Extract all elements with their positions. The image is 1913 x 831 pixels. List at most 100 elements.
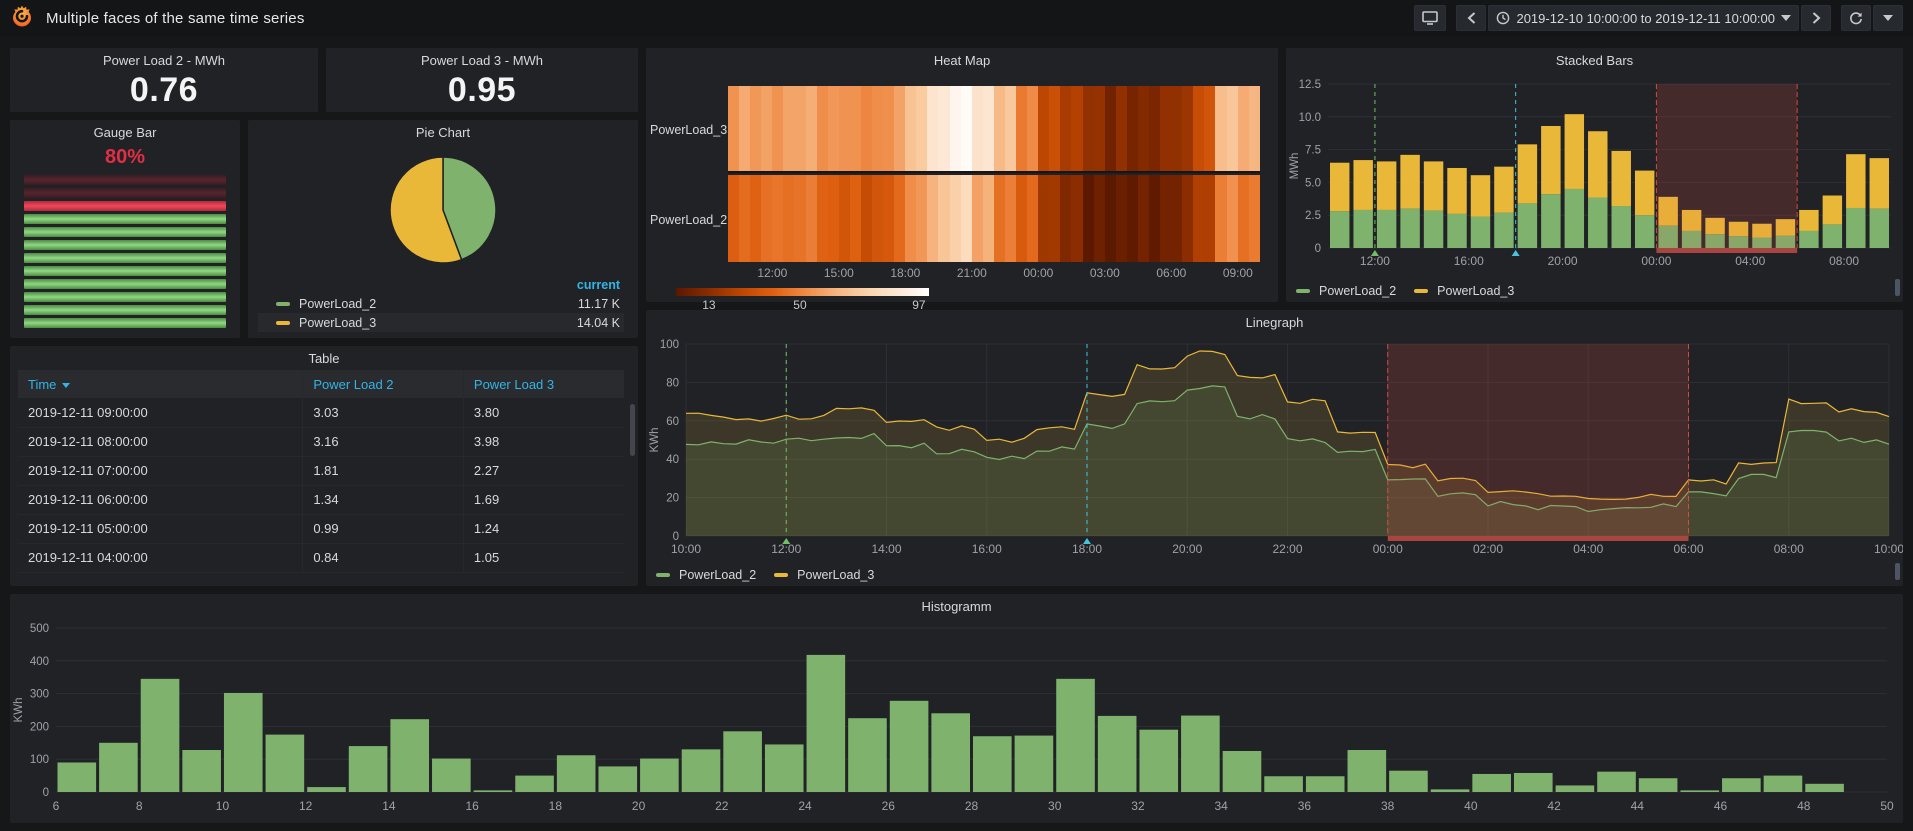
- stacked-bar-powerload2[interactable]: [1565, 189, 1584, 248]
- time-range-picker[interactable]: 2019-12-10 10:00:00 to 2019-12-11 10:00:…: [1488, 5, 1799, 31]
- stacked-bar-powerload3[interactable]: [1823, 196, 1842, 225]
- histogram-bar[interactable]: [1181, 716, 1220, 792]
- histogram-bar[interactable]: [890, 701, 929, 792]
- histogram-bar[interactable]: [307, 787, 346, 792]
- histogram-bar[interactable]: [1680, 790, 1719, 792]
- histogram-bar[interactable]: [848, 718, 887, 792]
- panel-title[interactable]: Histogramm: [10, 594, 1903, 618]
- histogram-bar[interactable]: [432, 759, 471, 792]
- histogram-bar[interactable]: [99, 743, 138, 792]
- pie-legend-item-PowerLoad_2[interactable]: PowerLoad_2 11.17 K: [258, 294, 624, 313]
- histogram-bar[interactable]: [349, 746, 388, 792]
- stacked-bar-powerload2[interactable]: [1870, 209, 1889, 248]
- histogram-bar[interactable]: [682, 749, 721, 792]
- pie-legend-item-PowerLoad_3[interactable]: PowerLoad_3 14.04 K: [258, 313, 624, 332]
- stacked-bar-powerload3[interactable]: [1424, 161, 1443, 210]
- stacked-bar-powerload3[interactable]: [1471, 175, 1490, 216]
- histogram-bar[interactable]: [474, 790, 513, 792]
- stacked-bar-powerload3[interactable]: [1541, 126, 1560, 194]
- stacked-bar-powerload2[interactable]: [1447, 214, 1466, 248]
- stacked-bar-powerload2[interactable]: [1823, 224, 1842, 248]
- stacked-bar-powerload2[interactable]: [1353, 210, 1372, 248]
- histogram-bar[interactable]: [931, 713, 970, 792]
- histogram-bar[interactable]: [1306, 776, 1345, 792]
- histogram-bar[interactable]: [58, 762, 97, 792]
- stacked-bar-powerload2[interactable]: [1400, 209, 1419, 248]
- stacked-bar-powerload2[interactable]: [1471, 217, 1490, 248]
- panel-title[interactable]: Stacked Bars: [1286, 48, 1903, 72]
- histogram-bar[interactable]: [1805, 784, 1844, 792]
- stacked-bar-powerload3[interactable]: [1588, 131, 1607, 197]
- histogram-bar[interactable]: [1098, 716, 1137, 792]
- histogram-plot[interactable]: 0100200300400500KWh681012141618202224262…: [10, 620, 1903, 818]
- refresh-interval-dropdown[interactable]: [1873, 5, 1903, 31]
- histogram-bar[interactable]: [515, 776, 554, 792]
- stacked-bar-powerload3[interactable]: [1846, 154, 1865, 208]
- table-scrollbar-thumb[interactable]: [630, 404, 635, 456]
- stacked-bar-powerload3[interactable]: [1377, 161, 1396, 210]
- stacked-bars-plot[interactable]: 02.55.07.510.012.5MWh12:0016:0020:0000:0…: [1286, 74, 1903, 274]
- stacked-bar-powerload3[interactable]: [1870, 158, 1889, 209]
- stacked-bar-powerload3[interactable]: [1799, 210, 1818, 231]
- histogram-bar[interactable]: [765, 744, 804, 792]
- histogram-bar[interactable]: [1389, 771, 1428, 792]
- histogram-bar[interactable]: [973, 736, 1012, 792]
- histogram-bar[interactable]: [141, 679, 180, 792]
- stacked-bar-powerload2[interactable]: [1424, 211, 1443, 248]
- histogram-bar[interactable]: [1639, 778, 1678, 792]
- stacked-bar-powerload3[interactable]: [1565, 114, 1584, 189]
- histogram-bar[interactable]: [1431, 789, 1470, 792]
- stacked-bar-powerload2[interactable]: [1612, 206, 1631, 248]
- panel-title[interactable]: Power Load 2 - MWh: [10, 48, 318, 72]
- linegraph-plot[interactable]: 020406080100KWh10:0012:0014:0016:0018:00…: [646, 336, 1903, 560]
- panel-title[interactable]: Heat Map: [646, 48, 1278, 72]
- stacked-bar-powerload2[interactable]: [1518, 203, 1537, 248]
- histogram-bar[interactable]: [1139, 730, 1178, 792]
- stacked-bar-powerload2[interactable]: [1330, 211, 1349, 248]
- histogram-bar[interactable]: [1348, 750, 1387, 792]
- stacked-bar-powerload2[interactable]: [1635, 215, 1654, 248]
- histogram-bar[interactable]: [1223, 751, 1262, 792]
- stacked-bar-powerload2[interactable]: [1588, 197, 1607, 248]
- panel-scrollbar-thumb[interactable]: [1895, 279, 1900, 296]
- histogram-bar[interactable]: [390, 719, 429, 792]
- stacked-bar-powerload2[interactable]: [1494, 213, 1513, 248]
- panel-title[interactable]: Pie Chart: [248, 120, 638, 144]
- stacked-bar-powerload3[interactable]: [1330, 163, 1349, 212]
- legend-item-PowerLoad_2[interactable]: PowerLoad_2: [656, 568, 756, 582]
- histogram-bar[interactable]: [182, 750, 221, 792]
- panel-title[interactable]: Gauge Bar: [10, 120, 240, 144]
- stacked-bar-powerload3[interactable]: [1494, 167, 1513, 213]
- table-header-time[interactable]: Time: [18, 370, 303, 398]
- histogram-bar[interactable]: [1472, 774, 1511, 792]
- panel-title[interactable]: Power Load 3 - MWh: [326, 48, 638, 72]
- histogram-bar[interactable]: [266, 735, 305, 792]
- kiosk-mode-button[interactable]: [1414, 5, 1446, 31]
- histogram-bar[interactable]: [1764, 776, 1803, 792]
- stacked-bar-powerload2[interactable]: [1799, 231, 1818, 248]
- histogram-bar[interactable]: [1015, 736, 1054, 792]
- legend-item-PowerLoad_3[interactable]: PowerLoad_3: [1414, 284, 1514, 298]
- panel-title[interactable]: Linegraph: [646, 310, 1903, 334]
- stacked-bar-powerload3[interactable]: [1518, 144, 1537, 203]
- stacked-bar-powerload2[interactable]: [1541, 194, 1560, 248]
- histogram-bar[interactable]: [224, 693, 263, 792]
- refresh-button[interactable]: [1841, 5, 1871, 31]
- stacked-bar-powerload3[interactable]: [1353, 160, 1372, 210]
- legend-item-PowerLoad_2[interactable]: PowerLoad_2: [1296, 284, 1396, 298]
- panel-title[interactable]: Table: [10, 346, 638, 370]
- histogram-bar[interactable]: [557, 755, 596, 792]
- stacked-bar-powerload3[interactable]: [1400, 155, 1419, 209]
- legend-item-PowerLoad_3[interactable]: PowerLoad_3: [774, 568, 874, 582]
- histogram-bar[interactable]: [1722, 778, 1761, 792]
- pie-chart[interactable]: [248, 154, 638, 268]
- histogram-bar[interactable]: [1056, 679, 1095, 792]
- grafana-logo-icon[interactable]: [10, 4, 34, 33]
- heatmap-plot[interactable]: [728, 86, 1260, 262]
- histogram-bar[interactable]: [640, 759, 679, 792]
- time-shift-forward-button[interactable]: [1801, 5, 1831, 31]
- table-header-power-load-2[interactable]: Power Load 2: [303, 370, 464, 398]
- stacked-bar-powerload3[interactable]: [1612, 151, 1631, 206]
- histogram-bar[interactable]: [598, 766, 637, 792]
- histogram-bar[interactable]: [807, 655, 846, 792]
